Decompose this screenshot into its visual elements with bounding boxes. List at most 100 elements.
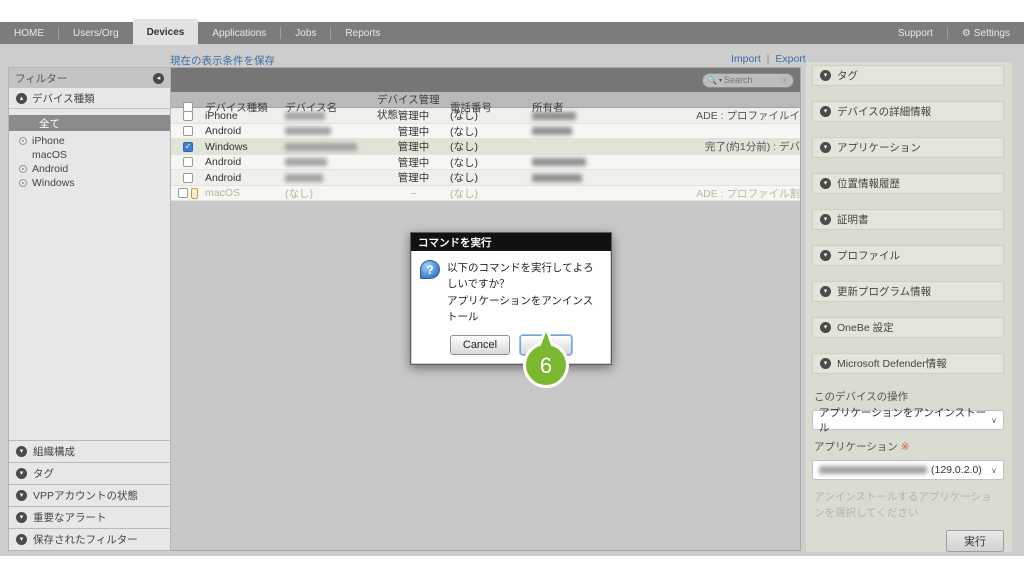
chevron-down-icon: ▾ <box>820 142 831 153</box>
application-label: アプリケーション ※ <box>814 439 1004 454</box>
accordion-label: 証明書 <box>837 212 869 227</box>
search-scope-caret-icon[interactable]: ▾ <box>719 77 722 84</box>
phone-cell: (なし) <box>450 186 532 201</box>
device-type-cell: Android <box>205 172 285 184</box>
filter-section-alerts[interactable]: ▾ 重要なアラート <box>9 506 170 528</box>
filter-item-android[interactable]: Android <box>9 162 170 176</box>
table-row-selected[interactable]: ✓ Windows 管理中 (なし) 完了(約1分前) : デバ <box>171 139 800 155</box>
status-cell: 管理中 <box>377 108 450 123</box>
tab-users-org[interactable]: Users/Org <box>59 22 133 44</box>
table-toolbar: 🔍 ▾ ⓧ <box>171 68 800 92</box>
filter-item-iphone[interactable]: iPhone <box>9 134 170 148</box>
device-type-section-header[interactable]: ▴ デバイス種類 <box>9 88 170 109</box>
tab-reports[interactable]: Reports <box>331 22 394 44</box>
accordion-update-programs[interactable]: ▾ 更新プログラム情報 <box>812 281 1004 302</box>
step-annotation: 6 <box>516 326 576 388</box>
app-version: (129.0.2.0) <box>931 464 982 476</box>
redacted-owner <box>532 174 582 182</box>
filter-section-label: 組織構成 <box>33 444 75 459</box>
dialog-message-line2: アプリケーションをアンインストール <box>447 293 602 326</box>
filter-section-label: VPPアカウントの状態 <box>33 488 138 503</box>
save-current-view-link[interactable]: 現在の表示条件を保存 <box>170 53 275 68</box>
row-checkbox[interactable] <box>178 188 188 198</box>
search-input[interactable] <box>724 75 779 85</box>
required-mark: ※ <box>901 441 910 453</box>
phone-cell: (なし) <box>450 124 532 139</box>
row-checkbox[interactable] <box>183 126 193 136</box>
redacted-owner <box>532 158 586 166</box>
search-box[interactable]: 🔍 ▾ ⓧ <box>702 73 794 88</box>
filter-section-org[interactable]: ▾ 組織構成 <box>9 440 170 462</box>
filter-item-windows[interactable]: Windows <box>9 176 170 190</box>
filter-item-label: Android <box>32 163 68 175</box>
device-type-section-label: デバイス種類 <box>32 91 95 106</box>
table-row[interactable]: Android 管理中 (なし) <box>171 155 800 171</box>
redacted-owner <box>532 127 572 135</box>
device-type-cell: macOS <box>205 187 285 199</box>
table-row-disabled[interactable]: macOS (なし) – (なし) ADE : プロファイル割 <box>171 186 800 202</box>
clear-search-icon[interactable]: ⓧ <box>781 75 789 86</box>
collapse-sidebar-icon[interactable]: ◂ <box>153 73 164 84</box>
chevron-down-icon: ▾ <box>16 446 27 457</box>
accordion-certificates[interactable]: ▾ 証明書 <box>812 209 1004 230</box>
filter-section-label: タグ <box>33 466 54 481</box>
tab-applications[interactable]: Applications <box>198 22 280 44</box>
device-type-list: 全て iPhone macOS Android Windows <box>9 109 170 190</box>
helper-text: アンインストールするアプリケーションを選択してください <box>814 489 1002 522</box>
table-row[interactable]: Android 管理中 (なし) <box>171 124 800 140</box>
accordion-label: Microsoft Defender情報 <box>837 356 947 371</box>
filter-section-tags[interactable]: ▾ タグ <box>9 462 170 484</box>
filter-item-all[interactable]: 全て <box>9 115 170 131</box>
row-checkbox[interactable] <box>183 111 193 121</box>
filter-section-vpp[interactable]: ▾ VPPアカウントの状態 <box>9 484 170 506</box>
accordion-device-details[interactable]: ▾ デバイスの詳細情報 <box>812 101 1004 122</box>
search-icon: 🔍 <box>707 76 717 85</box>
cancel-button[interactable]: Cancel <box>450 335 510 355</box>
accordion-applications[interactable]: ▾ アプリケーション <box>812 137 1004 158</box>
command-select[interactable]: アプリケーションをアンインストール ∨ <box>812 410 1004 430</box>
status-cell: 管理中 <box>377 124 450 139</box>
note-cell: 完了(約1分前) : デバ <box>622 139 800 154</box>
execute-button[interactable]: 実行 <box>946 530 1004 552</box>
expand-circle-icon <box>19 179 27 187</box>
device-type-cell: Windows <box>205 141 285 153</box>
confirm-dialog: コマンドを実行 ? 以下のコマンドを実行してよろしいですか？ アプリケーションを… <box>410 232 612 365</box>
filter-section-saved[interactable]: ▾ 保存されたフィルター <box>9 528 170 550</box>
chevron-down-icon: ▾ <box>16 468 27 479</box>
export-link[interactable]: Export <box>775 53 805 65</box>
redacted-owner <box>532 112 576 120</box>
filter-title: フィルター <box>15 71 67 86</box>
expand-circle-icon <box>19 137 27 145</box>
application-select[interactable]: (129.0.2.0) ∨ <box>812 460 1004 480</box>
operations-title: このデバイスの操作 <box>814 389 1004 404</box>
row-checkbox[interactable] <box>183 173 193 183</box>
status-cell: 管理中 <box>377 155 450 170</box>
filter-section-label: 重要なアラート <box>33 510 107 525</box>
phone-cell: (なし) <box>450 108 532 123</box>
tab-home[interactable]: HOME <box>0 22 58 44</box>
filter-item-macos[interactable]: macOS <box>9 148 170 162</box>
settings-link[interactable]: ⚙ Settings <box>948 22 1024 44</box>
tab-devices[interactable]: Devices <box>133 19 199 45</box>
tab-jobs[interactable]: Jobs <box>281 22 330 44</box>
row-checkbox[interactable] <box>183 157 193 167</box>
accordion-label: プロファイル <box>837 248 900 263</box>
chevron-down-icon: ▾ <box>820 358 831 369</box>
accordion-onebe-settings[interactable]: ▾ OneBe 設定 <box>812 317 1004 338</box>
dialog-message-line1: 以下のコマンドを実行してよろしいですか？ <box>447 260 602 293</box>
table-row[interactable]: iPhone 管理中 (なし) ADE : プロファイルイ <box>171 108 800 124</box>
accordion-defender-info[interactable]: ▾ Microsoft Defender情報 <box>812 353 1004 374</box>
row-checkbox-checked[interactable]: ✓ <box>183 142 193 152</box>
table-row[interactable]: Android 管理中 (なし) <box>171 170 800 186</box>
accordion-profiles[interactable]: ▾ プロファイル <box>812 245 1004 266</box>
accordion-label: 位置情報履歴 <box>837 176 900 191</box>
filter-section-label: 保存されたフィルター <box>33 532 138 547</box>
support-link[interactable]: Support <box>884 22 947 44</box>
accordion-tags[interactable]: ▾ タグ <box>812 65 1004 86</box>
import-link[interactable]: Import <box>731 53 761 65</box>
chevron-down-icon: ▾ <box>820 70 831 81</box>
device-icon <box>191 188 198 199</box>
chevron-down-icon: ▾ <box>820 250 831 261</box>
accordion-location-history[interactable]: ▾ 位置情報履歴 <box>812 173 1004 194</box>
accordion-label: デバイスの詳細情報 <box>837 104 931 119</box>
